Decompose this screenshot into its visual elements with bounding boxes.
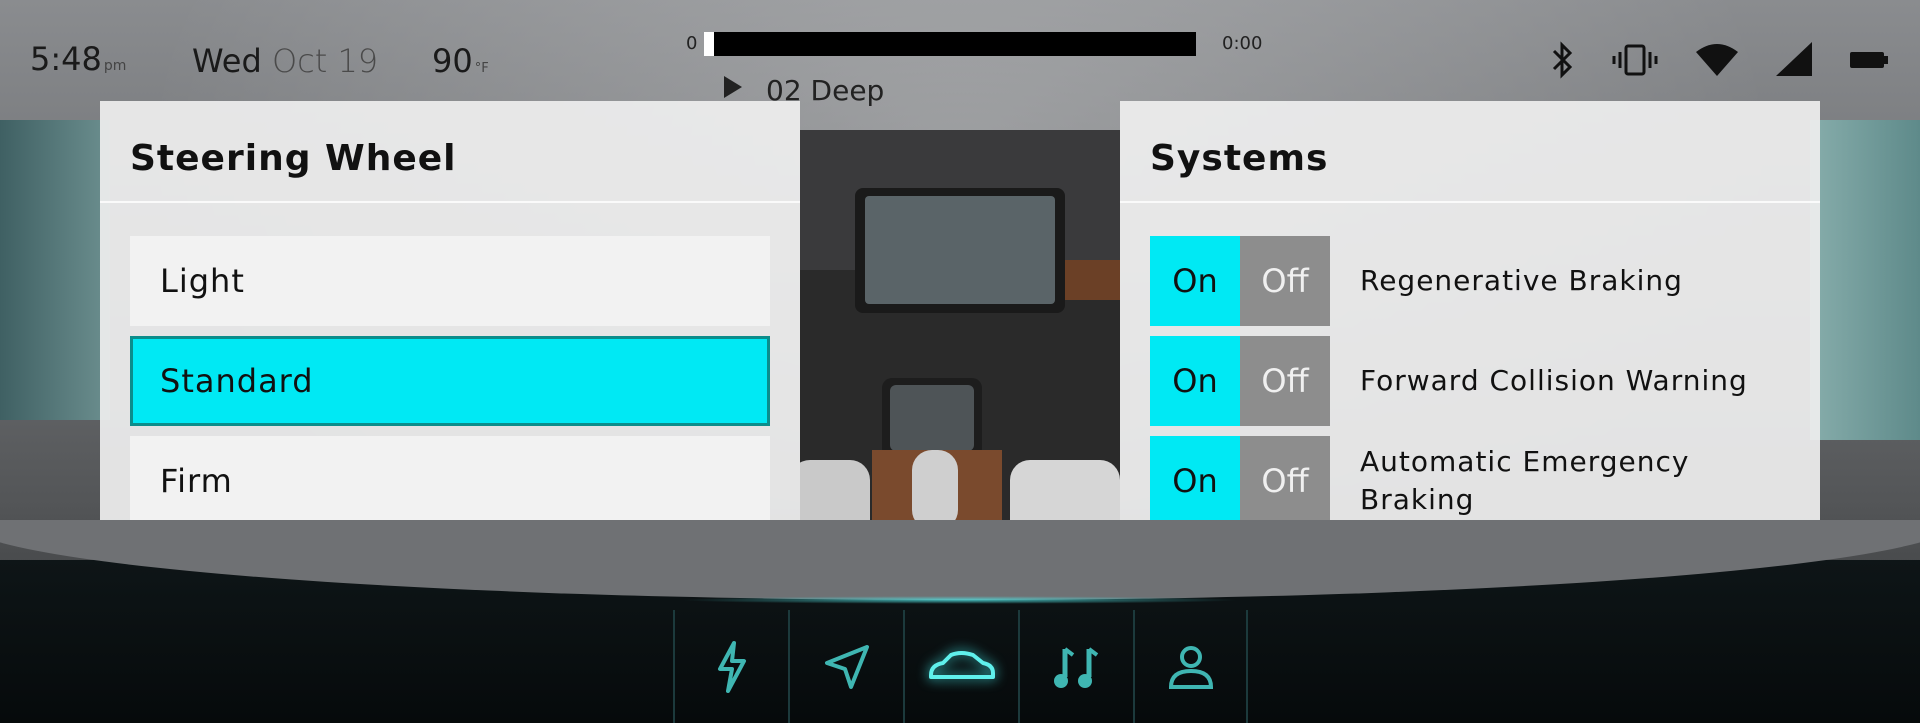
automatic-emergency-braking-row: On Off Automatic Emergency Braking <box>1150 436 1790 526</box>
steering-option-light[interactable]: Light <box>130 236 770 326</box>
charging-icon <box>717 640 746 693</box>
nav-item-navigation[interactable] <box>788 610 903 723</box>
steering-option-standard[interactable]: Standard <box>130 336 770 426</box>
background-window-left <box>0 120 110 420</box>
clock: 5:48 pm <box>30 40 126 78</box>
bluetooth-icon <box>1552 41 1573 79</box>
automatic-emergency-braking-label: Automatic Emergency Braking <box>1360 445 1690 516</box>
navigation-icon <box>824 644 869 689</box>
profile-icon <box>1168 645 1213 689</box>
panel-divider <box>100 201 800 203</box>
media-duration: 0:00 <box>1222 33 1263 54</box>
background-window-right <box>1810 120 1920 440</box>
toggle-on-button[interactable]: On <box>1150 436 1240 526</box>
system-icons <box>1548 40 1890 80</box>
temperature: 90 °F <box>432 42 489 80</box>
toggle-off-button[interactable]: Off <box>1240 336 1330 426</box>
car-interior-image <box>800 130 1120 570</box>
media-position: 0 <box>686 33 698 54</box>
toggle-off-button[interactable]: Off <box>1240 236 1330 326</box>
console-screen-graphic <box>890 385 974 451</box>
toggle-off-button[interactable]: Off <box>1240 436 1330 526</box>
nav-item-music[interactable] <box>1018 610 1133 723</box>
music-icon <box>1053 646 1098 688</box>
status-bar: 5:48 pm Wed Oct 19 90 °F 0 0:00 02 Deep <box>0 0 1920 107</box>
media-progress-bar[interactable] <box>704 32 1196 56</box>
media-player: 0 0:00 02 Deep <box>686 28 1266 108</box>
panel-divider <box>1120 201 1820 203</box>
gear-shifter-graphic <box>912 450 958 530</box>
regenerative-braking-label: Regenerative Braking <box>1360 264 1683 297</box>
steering-option-firm[interactable]: Firm <box>130 436 770 526</box>
wifi-icon <box>1696 44 1738 76</box>
regenerative-braking-row: On Off Regenerative Braking <box>1150 236 1790 326</box>
automatic-emergency-braking-toggle[interactable]: On Off <box>1150 436 1330 526</box>
media-progress-knob[interactable] <box>704 32 714 56</box>
temperature-value: 90 <box>432 42 473 80</box>
battery-icon <box>1850 52 1888 68</box>
forward-collision-warning-row: On Off Forward Collision Warning <box>1150 336 1790 426</box>
bottom-nav <box>673 610 1248 723</box>
systems-title: Systems <box>1150 138 1329 179</box>
steering-wheel-title: Steering Wheel <box>130 138 457 179</box>
date-day: Wed <box>192 42 262 80</box>
toggle-on-button[interactable]: On <box>1150 336 1240 426</box>
regenerative-braking-toggle[interactable]: On Off <box>1150 236 1330 326</box>
vibrate-icon <box>1612 44 1658 76</box>
clock-time: 5:48 <box>30 40 102 78</box>
dock-curve <box>0 520 1920 600</box>
nav-item-charging[interactable] <box>673 610 788 723</box>
temperature-unit: °F <box>474 61 489 76</box>
toggle-on-button[interactable]: On <box>1150 236 1240 326</box>
play-icon[interactable] <box>724 76 742 98</box>
nav-item-profile[interactable] <box>1133 610 1248 723</box>
dock-glow <box>680 596 1240 604</box>
forward-collision-warning-toggle[interactable]: On Off <box>1150 336 1330 426</box>
date: Wed Oct 19 <box>192 42 378 80</box>
forward-collision-warning-label: Forward Collision Warning <box>1360 364 1748 397</box>
nav-item-car[interactable] <box>903 610 1018 723</box>
clock-ampm: pm <box>103 58 127 74</box>
car-icon <box>928 650 995 679</box>
cellular-signal-icon <box>1776 42 1812 76</box>
dash-screen-content-graphic <box>865 196 1055 304</box>
date-value: Oct 19 <box>271 42 379 80</box>
